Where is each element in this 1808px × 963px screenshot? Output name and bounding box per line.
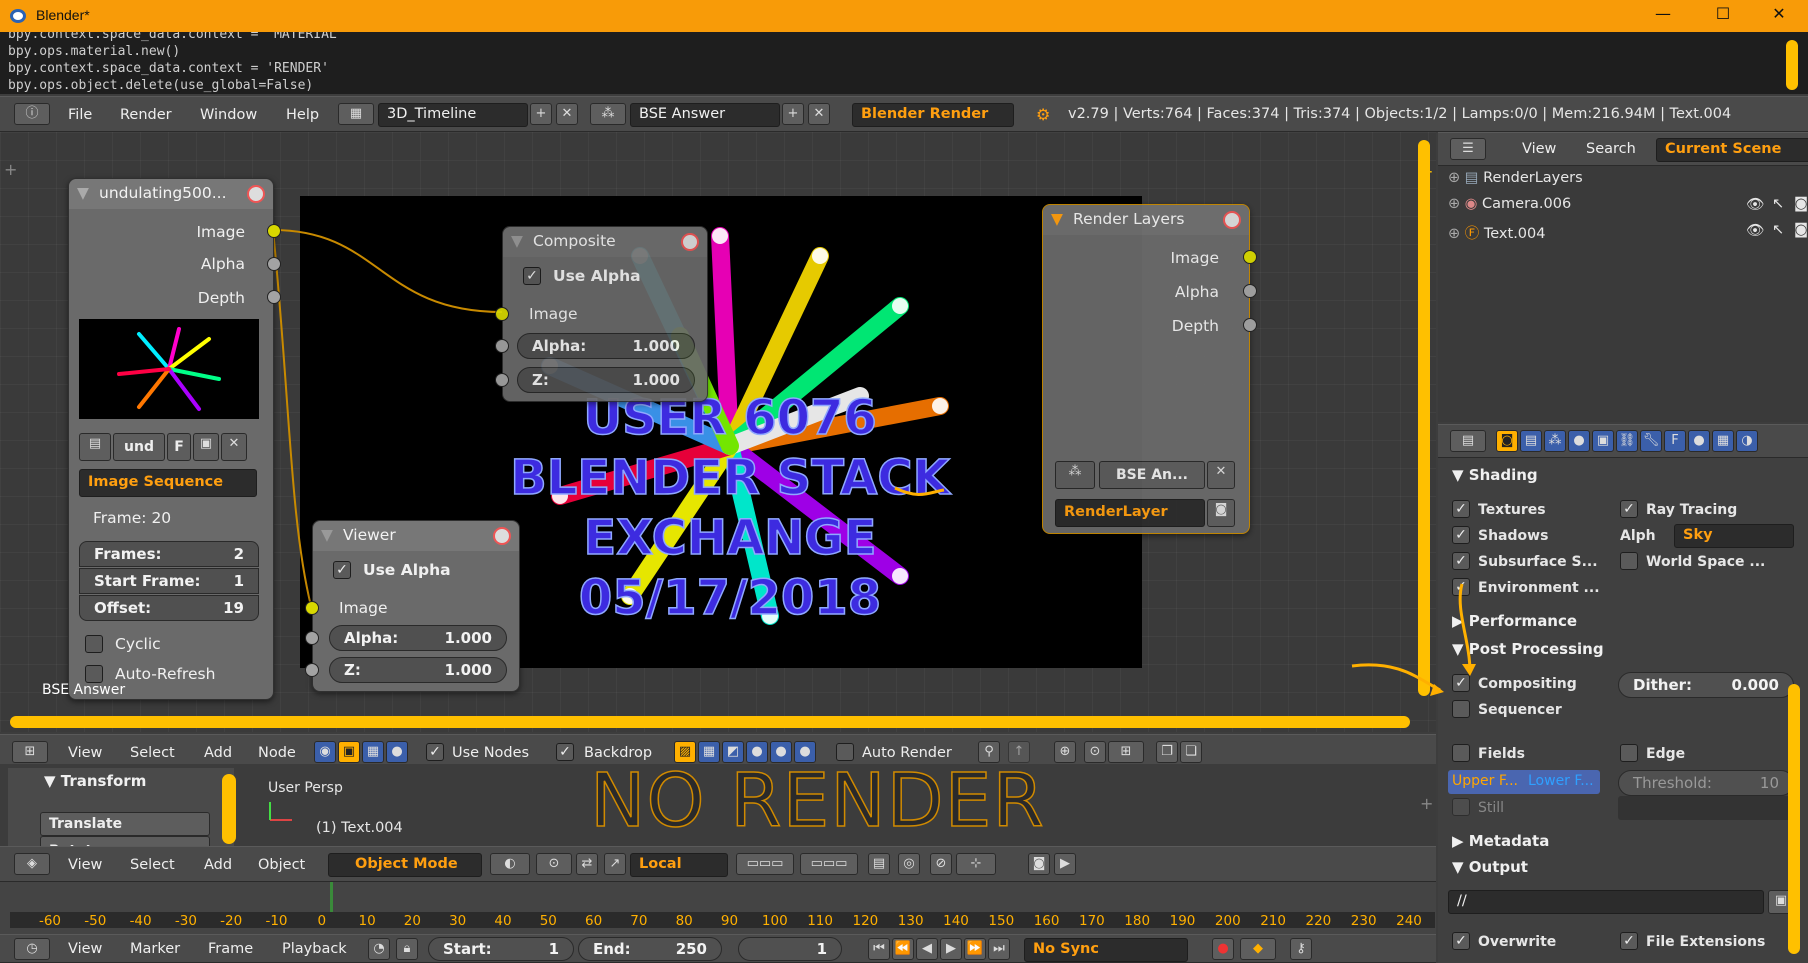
arrow-annotation (1458, 583, 1472, 673)
arrow-head-icon (1462, 664, 1476, 676)
arrow-annotation (894, 486, 945, 496)
arrow-annotation (1351, 663, 1441, 692)
annotation-arrows (894, 486, 1476, 696)
